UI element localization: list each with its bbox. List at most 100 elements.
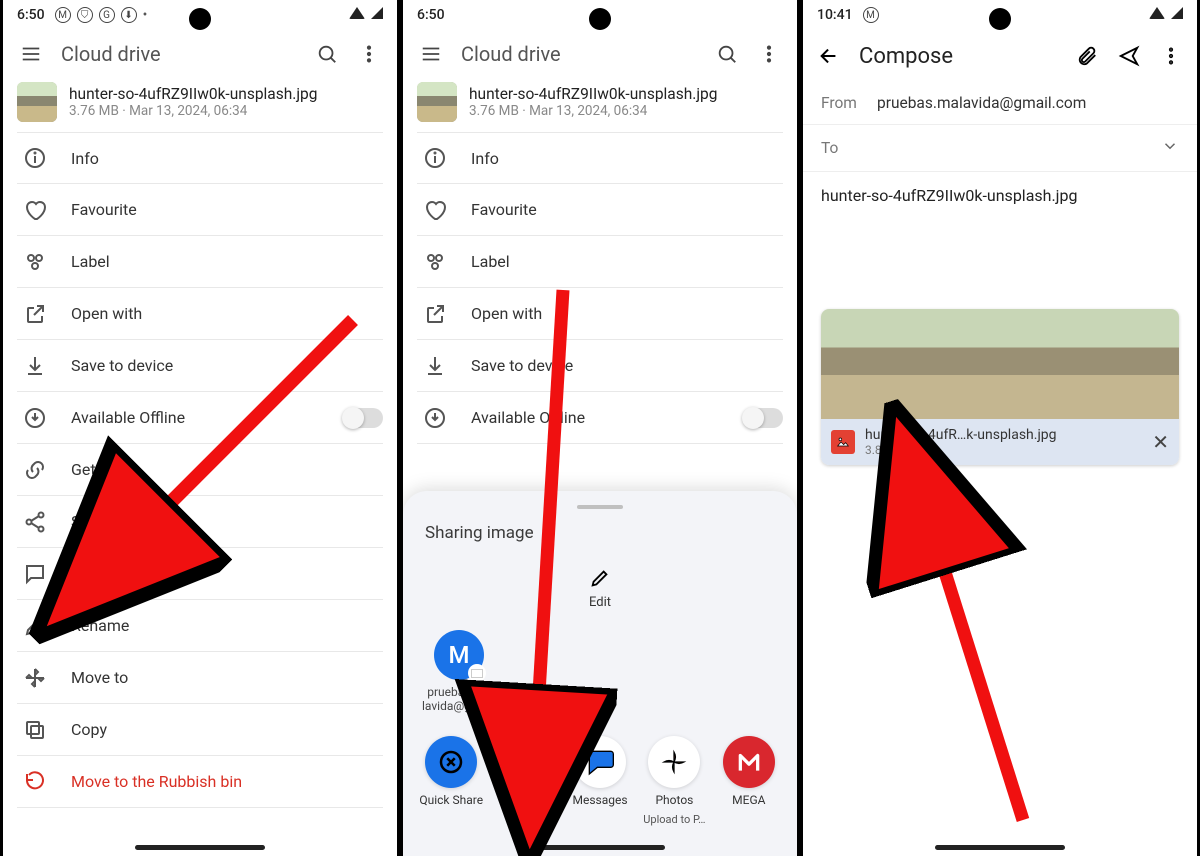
menu-label[interactable]: Label (17, 236, 383, 288)
photos-icon (648, 736, 700, 788)
move-icon (23, 666, 47, 690)
open-external-icon (423, 302, 447, 326)
offline-toggle[interactable] (343, 408, 383, 428)
contact-suggestion[interactable]: M pruebas.ma lavida@gma… (421, 630, 497, 714)
to-field[interactable]: To (803, 125, 1197, 172)
kebab-icon[interactable] (757, 42, 781, 66)
screen-2-share-sheet: 6:50 Cloud drive hunter-so-4ufRZ9IIw0k-u… (400, 0, 800, 856)
menu-info[interactable]: Info (417, 132, 783, 184)
toolbar-title: Cloud drive (61, 42, 297, 66)
kebab-icon[interactable] (357, 42, 381, 66)
menu-info-label: Info (471, 149, 783, 168)
hamburger-icon[interactable] (19, 42, 43, 66)
send-icon[interactable] (1117, 44, 1141, 68)
menu-open-with[interactable]: Open with (17, 288, 383, 340)
screen-1-mega-menu: 6:50 M ⛉ G ⬇ • Cloud drive hunter-so-4uf… (0, 0, 400, 856)
menu-share[interactable]: Share (17, 496, 383, 548)
attachment-name: hunter-so-4ufR…k-unsplash.jpg (865, 427, 1142, 443)
status-time: 6:50 (17, 7, 45, 23)
menu-move-to[interactable]: Move to (17, 652, 383, 704)
hamburger-icon[interactable] (419, 42, 443, 66)
file-thumbnail (17, 82, 57, 122)
offline-toggle[interactable] (743, 408, 783, 428)
sheet-grabber[interactable] (577, 505, 623, 509)
menu-get-link[interactable]: Get Link (17, 444, 383, 496)
menu-save-to-device[interactable]: Save to device (17, 340, 383, 392)
chevron-down-icon[interactable] (1161, 137, 1179, 159)
app-mega[interactable]: MEGA (715, 736, 783, 826)
quick-share-icon (425, 736, 477, 788)
sheet-apps-row: Quick Share Gmail Messages Photos Uploa (403, 736, 797, 826)
menu-info[interactable]: Info (17, 132, 383, 184)
share-icon (23, 510, 47, 534)
kebab-icon[interactable] (1159, 44, 1183, 68)
edit-button[interactable]: Edit (403, 567, 797, 610)
menu-rename[interactable]: Rename (17, 600, 383, 652)
offline-icon (423, 406, 447, 430)
toolbar-title: Cloud drive (461, 42, 697, 66)
camera-notch (989, 8, 1011, 30)
edit-label: Edit (589, 595, 611, 610)
share-sheet: Sharing image Edit M pruebas.ma lavida@g… (403, 491, 797, 856)
gmail-icon (500, 736, 552, 788)
image-file-icon (831, 430, 855, 454)
status-time: 6:50 (417, 7, 445, 23)
menu-save-to-device[interactable]: Save to device (417, 340, 783, 392)
file-meta: 3.76 MB · Mar 13, 2024, 06:34 (69, 103, 317, 119)
gesture-bar[interactable] (535, 845, 665, 850)
messages-label: Messages (572, 794, 627, 807)
attachment-icon[interactable] (1075, 44, 1099, 68)
menu-copy[interactable]: Copy (17, 704, 383, 756)
menu-move-label: Move to (71, 668, 383, 687)
sheet-contacts-row: M pruebas.ma lavida@gma… (403, 630, 797, 736)
heart-icon (423, 198, 447, 222)
label-icon (23, 250, 47, 274)
label-icon (423, 250, 447, 274)
photos-label: Photos (655, 794, 693, 807)
shield-status-icon: ⛉ (77, 7, 93, 23)
menu-label[interactable]: Label (417, 236, 783, 288)
subject-field[interactable]: hunter-so-4ufRZ9IIw0k-unsplash.jpg (803, 172, 1197, 213)
menu-open-with-label: Open with (471, 304, 783, 323)
status-right-icons (349, 7, 383, 23)
search-icon[interactable] (715, 42, 739, 66)
search-icon[interactable] (315, 42, 339, 66)
menu-send-to-chat[interactable]: Send to chat (17, 548, 383, 600)
menu-favourite[interactable]: Favourite (417, 184, 783, 236)
status-left-icons: M (863, 7, 879, 23)
gesture-bar[interactable] (935, 845, 1065, 850)
menu-favourite-label: Favourite (71, 200, 383, 219)
link-icon (23, 458, 47, 482)
status-time: 10:41 (817, 7, 853, 23)
menu-copy-label: Copy (71, 720, 383, 739)
back-icon[interactable] (817, 44, 841, 68)
menu-available-offline[interactable]: Available Offline (17, 392, 383, 444)
info-icon (423, 146, 447, 170)
mega-icon (723, 736, 775, 788)
menu-open-with[interactable]: Open with (417, 288, 783, 340)
menu-share-label: Share (71, 512, 383, 531)
gesture-bar[interactable] (135, 845, 265, 850)
menu-save-label: Save to device (471, 356, 783, 375)
menu-available-offline[interactable]: Available Offline (417, 392, 783, 444)
app-gmail[interactable]: Gmail (491, 736, 559, 826)
file-actions-menu: Info Favourite Label Open with Save to d… (3, 132, 397, 856)
chat-icon (23, 562, 47, 586)
status-left-icons: M ⛉ G ⬇ • (55, 7, 150, 23)
photos-sublabel: Upload to P… (643, 813, 705, 826)
from-field[interactable]: From pruebas.malavida@gmail.com (803, 82, 1197, 125)
menu-rubbish-bin[interactable]: Move to the Rubbish bin (17, 756, 383, 808)
menu-save-label: Save to device (71, 356, 383, 375)
attachment-card[interactable]: hunter-so-4ufR…k-unsplash.jpg 3.8 MB ✕ (821, 309, 1179, 465)
remove-attachment-icon[interactable]: ✕ (1152, 430, 1169, 454)
menu-rename-label: Rename (71, 616, 383, 635)
menu-favourite-label: Favourite (471, 200, 783, 219)
app-photos[interactable]: Photos Upload to P… (640, 736, 708, 826)
app-messages[interactable]: Messages (566, 736, 634, 826)
gmail-label: Gmail (510, 794, 541, 807)
quick-share-label: Quick Share (419, 794, 483, 807)
app-quick-share[interactable]: Quick Share (417, 736, 485, 826)
open-external-icon (23, 302, 47, 326)
copy-icon (23, 718, 47, 742)
menu-favourite[interactable]: Favourite (17, 184, 383, 236)
